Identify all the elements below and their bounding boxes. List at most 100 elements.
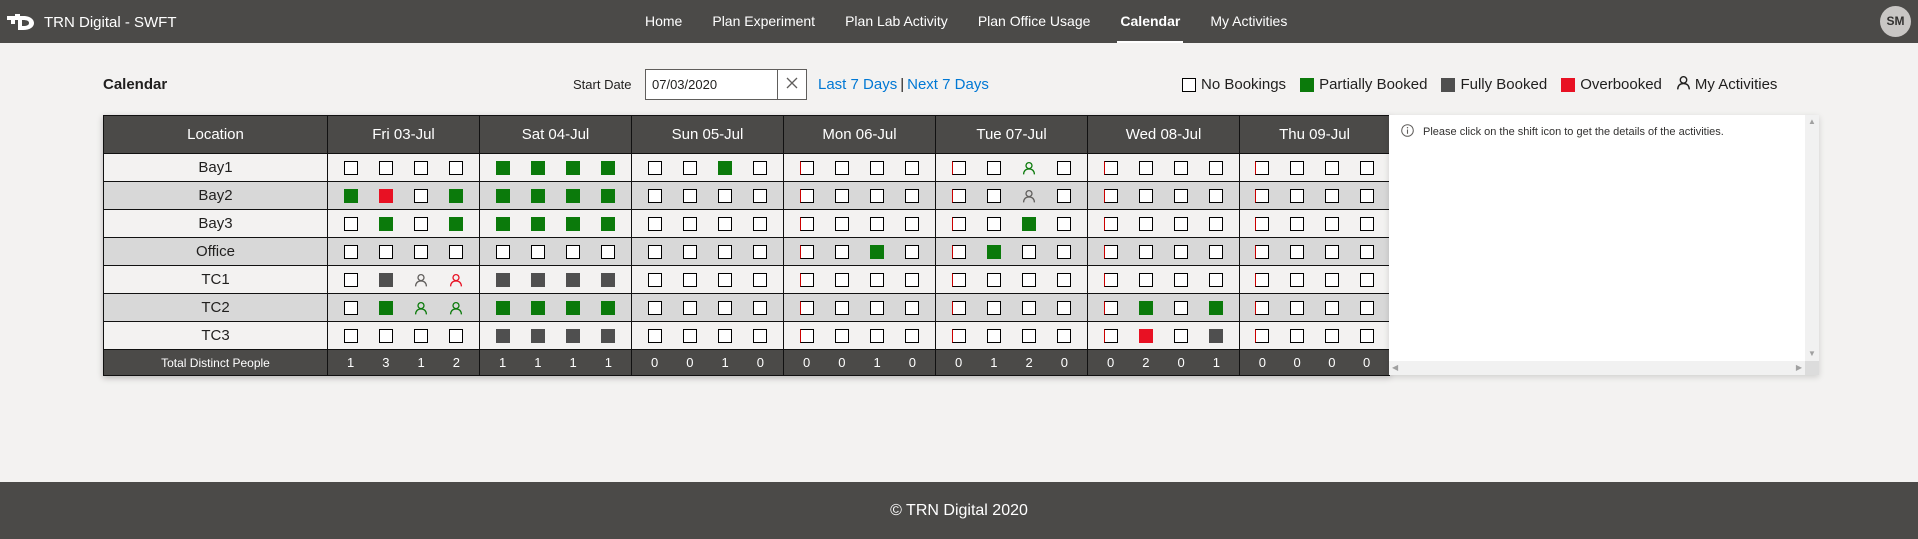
slot-no-booking[interactable] [1359, 188, 1374, 203]
slot-no-booking[interactable] [1057, 244, 1072, 259]
slot-no-booking[interactable] [378, 244, 393, 259]
slot-no-booking[interactable] [647, 160, 662, 175]
slot-no-booking[interactable] [905, 328, 920, 343]
my-activity-person-icon[interactable] [1022, 189, 1036, 203]
slot-no-booking[interactable] [951, 188, 966, 203]
slot-partially-booked[interactable] [530, 160, 545, 175]
slot-no-booking[interactable] [753, 328, 768, 343]
slot-no-booking[interactable] [834, 328, 849, 343]
slot-no-booking[interactable] [1324, 300, 1339, 315]
scroll-down-arrow-icon[interactable]: ▼ [1808, 350, 1816, 358]
slot-fully-booked[interactable] [495, 272, 510, 287]
slot-no-booking[interactable] [647, 188, 662, 203]
slot-no-booking[interactable] [951, 328, 966, 343]
slot-no-booking[interactable] [799, 300, 814, 315]
nav-item-calendar[interactable]: Calendar [1105, 0, 1195, 43]
slot-no-booking[interactable] [1174, 188, 1189, 203]
last-7-days-link[interactable]: Last 7 Days [818, 76, 897, 93]
slot-partially-booked[interactable] [566, 216, 581, 231]
slot-no-booking[interactable] [799, 160, 814, 175]
slot-no-booking[interactable] [799, 244, 814, 259]
slot-no-booking[interactable] [1174, 328, 1189, 343]
slot-fully-booked[interactable] [566, 328, 581, 343]
slot-no-booking[interactable] [1359, 328, 1374, 343]
slot-no-booking[interactable] [1103, 216, 1118, 231]
slot-no-booking[interactable] [1359, 216, 1374, 231]
slot-no-booking[interactable] [834, 160, 849, 175]
slot-partially-booked[interactable] [530, 188, 545, 203]
slot-no-booking[interactable] [1174, 216, 1189, 231]
slot-no-booking[interactable] [986, 160, 1001, 175]
slot-no-booking[interactable] [753, 216, 768, 231]
slot-no-booking[interactable] [1138, 160, 1153, 175]
slot-partially-booked[interactable] [1022, 216, 1037, 231]
slot-no-booking[interactable] [799, 188, 814, 203]
slot-no-booking[interactable] [718, 216, 733, 231]
slot-no-booking[interactable] [1209, 160, 1224, 175]
slot-partially-booked[interactable] [566, 160, 581, 175]
slot-partially-booked[interactable] [495, 188, 510, 203]
slot-no-booking[interactable] [1290, 300, 1305, 315]
slot-no-booking[interactable] [1174, 244, 1189, 259]
slot-no-booking[interactable] [1057, 216, 1072, 231]
slot-no-booking[interactable] [1255, 216, 1270, 231]
slot-fully-booked[interactable] [566, 272, 581, 287]
nav-item-home[interactable]: Home [630, 0, 697, 43]
slot-no-booking[interactable] [343, 328, 358, 343]
slot-no-booking[interactable] [1324, 328, 1339, 343]
slot-no-booking[interactable] [682, 244, 697, 259]
horizontal-scrollbar[interactable]: ◀ ▶ [1389, 361, 1805, 375]
slot-no-booking[interactable] [951, 244, 966, 259]
slot-no-booking[interactable] [414, 216, 429, 231]
slot-no-booking[interactable] [1103, 328, 1118, 343]
slot-no-booking[interactable] [1324, 272, 1339, 287]
slot-no-booking[interactable] [905, 272, 920, 287]
scroll-left-arrow-icon[interactable]: ◀ [1392, 364, 1398, 372]
nav-item-plan-lab-activity[interactable]: Plan Lab Activity [830, 0, 963, 43]
slot-no-booking[interactable] [905, 216, 920, 231]
slot-no-booking[interactable] [1174, 300, 1189, 315]
my-activity-person-icon[interactable] [449, 273, 463, 287]
slot-partially-booked[interactable] [495, 300, 510, 315]
slot-no-booking[interactable] [647, 328, 662, 343]
slot-no-booking[interactable] [1359, 300, 1374, 315]
slot-partially-booked[interactable] [449, 216, 464, 231]
slot-partially-booked[interactable] [378, 216, 393, 231]
slot-fully-booked[interactable] [530, 328, 545, 343]
slot-no-booking[interactable] [951, 216, 966, 231]
slot-no-booking[interactable] [753, 272, 768, 287]
my-activity-person-icon[interactable] [414, 273, 428, 287]
slot-no-booking[interactable] [530, 244, 545, 259]
slot-no-booking[interactable] [951, 300, 966, 315]
slot-no-booking[interactable] [1022, 300, 1037, 315]
slot-no-booking[interactable] [870, 188, 885, 203]
start-date-input[interactable] [646, 70, 777, 99]
slot-fully-booked[interactable] [1209, 328, 1224, 343]
slot-no-booking[interactable] [1057, 328, 1072, 343]
slot-no-booking[interactable] [378, 328, 393, 343]
slot-no-booking[interactable] [343, 244, 358, 259]
slot-no-booking[interactable] [753, 160, 768, 175]
slot-no-booking[interactable] [682, 300, 697, 315]
slot-no-booking[interactable] [870, 216, 885, 231]
slot-no-booking[interactable] [1057, 300, 1072, 315]
slot-no-booking[interactable] [718, 272, 733, 287]
slot-no-booking[interactable] [647, 300, 662, 315]
slot-no-booking[interactable] [799, 216, 814, 231]
slot-no-booking[interactable] [378, 160, 393, 175]
slot-no-booking[interactable] [905, 300, 920, 315]
slot-no-booking[interactable] [647, 216, 662, 231]
slot-no-booking[interactable] [1103, 244, 1118, 259]
slot-no-booking[interactable] [1209, 272, 1224, 287]
slot-no-booking[interactable] [986, 328, 1001, 343]
slot-no-booking[interactable] [601, 244, 616, 259]
slot-no-booking[interactable] [1324, 188, 1339, 203]
slot-no-booking[interactable] [1324, 244, 1339, 259]
slot-no-booking[interactable] [1359, 272, 1374, 287]
slot-no-booking[interactable] [986, 188, 1001, 203]
slot-partially-booked[interactable] [566, 188, 581, 203]
my-activity-person-icon[interactable] [449, 301, 463, 315]
slot-no-booking[interactable] [799, 272, 814, 287]
slot-no-booking[interactable] [414, 244, 429, 259]
slot-no-booking[interactable] [1138, 188, 1153, 203]
